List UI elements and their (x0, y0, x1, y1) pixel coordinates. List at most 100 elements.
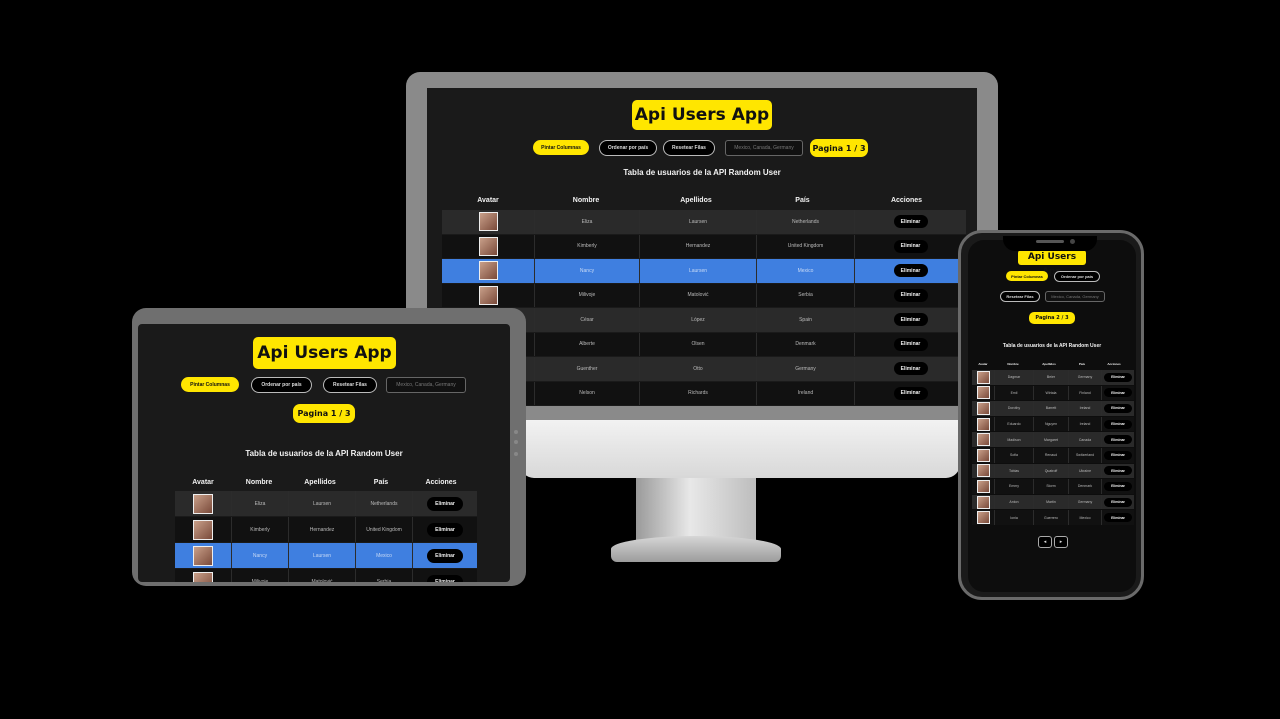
sort-by-country-button[interactable]: Ordenar por país (1054, 271, 1100, 282)
table-row[interactable]: Ionia Guerrero Mexico Eliminar (972, 510, 1134, 525)
actions-cell: Eliminar (855, 308, 966, 332)
delete-button[interactable]: Eliminar (1104, 466, 1132, 476)
tablet-side-button (514, 430, 518, 434)
table-row[interactable]: Nancy Laursen Mexico Eliminar (175, 543, 477, 568)
apellidos-cell: Martin (1034, 494, 1069, 510)
page-title: Api Users App (253, 337, 396, 369)
apellidos-cell: López (640, 308, 757, 332)
avatar (976, 401, 990, 415)
delete-button[interactable]: Eliminar (893, 288, 928, 302)
nombre-cell: Emil (995, 385, 1034, 401)
delete-button[interactable]: Eliminar (1104, 372, 1132, 382)
reset-rows-button[interactable]: Resetear Filas (663, 140, 715, 156)
table-row[interactable]: Eliza Laursen Netherlands Eliminar (442, 210, 966, 234)
table-row[interactable]: Eliza Laursen Netherlands Eliminar (175, 491, 477, 516)
table-row[interactable]: Nancy Laursen Mexico Eliminar (442, 259, 966, 283)
nombre-cell: Milivoje (232, 569, 289, 582)
actions-cell: Eliminar (1102, 401, 1134, 416)
actions-cell: Eliminar (1102, 370, 1134, 385)
delete-button[interactable]: Eliminar (893, 215, 928, 229)
apellidos-cell: Matolović (289, 569, 356, 582)
table-row[interactable]: Kimberly Hernandez United Kingdom Eliminar (442, 234, 966, 258)
country-filter-input[interactable]: Mexico, Canada, Germany (725, 140, 803, 156)
table-row[interactable]: Eduardo Nguyen Ireland Eliminar (972, 416, 1134, 432)
actions-cell: Eliminar (855, 284, 966, 308)
next-page-button[interactable]: ▸ (1054, 536, 1068, 548)
column-header-apellidos: Apellidos (1042, 362, 1056, 366)
delete-button[interactable]: Eliminar (893, 386, 928, 400)
prev-page-button[interactable]: ◂ (1038, 536, 1052, 548)
pais-cell: Germany (757, 357, 855, 381)
reset-rows-button[interactable]: Resetear Filas (323, 377, 377, 393)
nombre-cell: Sofia (995, 448, 1034, 463)
delete-button[interactable]: Eliminar (1104, 481, 1132, 491)
delete-button[interactable]: Eliminar (1104, 497, 1132, 507)
table-row[interactable]: Dorothy Barrett Ireland Eliminar (972, 401, 1134, 416)
reset-rows-button[interactable]: Resetear Filas (1000, 291, 1040, 302)
avatar (976, 386, 990, 400)
table-row[interactable]: Dagmar Beier Germany Eliminar (972, 370, 1134, 385)
actions-cell: Eliminar (413, 517, 477, 542)
apellidos-cell: Richards (640, 381, 757, 405)
delete-button[interactable]: Eliminar (893, 313, 928, 327)
delete-button[interactable]: Eliminar (1104, 419, 1132, 429)
monitor-stand-neck (636, 478, 756, 540)
avatar (976, 464, 990, 478)
actions-cell: Eliminar (855, 210, 966, 234)
table-title: Tabla de usuarios de la API Random User (1002, 343, 1102, 349)
paint-columns-button[interactable]: Pintar Columnas (181, 377, 239, 392)
actions-cell: Eliminar (855, 357, 966, 381)
table-title: Tabla de usuarios de la API Random User (245, 449, 403, 458)
apellidos-cell: Laursen (289, 543, 356, 568)
table-row[interactable]: Anton Martin Germany Eliminar (972, 494, 1134, 510)
table-row[interactable]: Madison Margaret Canada Eliminar (972, 432, 1134, 447)
actions-cell: Eliminar (413, 569, 477, 582)
delete-button[interactable]: Eliminar (893, 239, 928, 253)
paint-columns-button[interactable]: Pintar Columnas (1006, 271, 1048, 281)
page-title: Api Users App (1018, 250, 1086, 277)
pais-cell: Netherlands (356, 491, 413, 516)
avatar (976, 479, 990, 493)
apellidos-cell: Olsen (640, 332, 757, 356)
delete-button[interactable]: Eliminar (427, 574, 463, 582)
delete-button[interactable]: Eliminar (427, 522, 463, 537)
table-row[interactable]: Milivoje Matolović Serbia Eliminar (442, 283, 966, 308)
pais-cell: Mexico (1069, 510, 1102, 525)
table-row[interactable]: Tobias Quatroff Ukraine Eliminar (972, 463, 1134, 479)
delete-button[interactable]: Eliminar (1104, 450, 1132, 460)
apellidos-cell: Barrett (1034, 401, 1069, 416)
country-filter-input[interactable]: Mexico, Canada, Germany (1045, 291, 1105, 302)
delete-button[interactable]: Eliminar (893, 264, 928, 278)
table-row[interactable]: Emmy Storm Denmark Eliminar (972, 479, 1134, 494)
pais-cell: Denmark (1069, 479, 1102, 494)
table-title: Tabla de usuarios de la API Random User (623, 168, 781, 177)
avatar-cell (442, 234, 535, 258)
avatar-cell (442, 259, 535, 283)
avatar-cell (442, 283, 535, 307)
column-header-acciones: Acciones (1107, 362, 1121, 366)
delete-button[interactable]: Eliminar (1104, 388, 1132, 398)
table-row[interactable]: Sofia Renaud Switzerland Eliminar (972, 448, 1134, 463)
pais-cell: Mexico (757, 259, 855, 283)
nombre-cell: Emmy (995, 479, 1034, 494)
delete-button[interactable]: Eliminar (427, 496, 463, 511)
actions-cell: Eliminar (1102, 417, 1134, 432)
delete-button[interactable]: Eliminar (1104, 435, 1132, 445)
table-row[interactable]: Emil Wirtala Finland Eliminar (972, 385, 1134, 401)
delete-button[interactable]: Eliminar (427, 548, 463, 563)
paint-columns-button[interactable]: Pintar Columnas (533, 140, 589, 155)
delete-button[interactable]: Eliminar (893, 362, 928, 376)
tablet-side-button (514, 452, 518, 456)
sort-by-country-button[interactable]: Ordenar por país (251, 377, 312, 393)
actions-cell: Eliminar (1102, 386, 1134, 401)
avatar (976, 370, 990, 384)
country-filter-input[interactable]: Mexico, Canada, Germany (386, 377, 466, 393)
delete-button[interactable]: Eliminar (1104, 513, 1132, 523)
delete-button[interactable]: Eliminar (1104, 403, 1132, 413)
actions-cell: Eliminar (413, 491, 477, 516)
sort-by-country-button[interactable]: Ordenar por país (599, 140, 657, 156)
table-row[interactable]: Milivoje Matolović Serbia Eliminar (175, 569, 477, 582)
apellidos-cell: Laursen (640, 259, 757, 283)
table-row[interactable]: Kimberly Hernandez United Kingdom Eliminar (175, 517, 477, 542)
delete-button[interactable]: Eliminar (893, 337, 928, 351)
